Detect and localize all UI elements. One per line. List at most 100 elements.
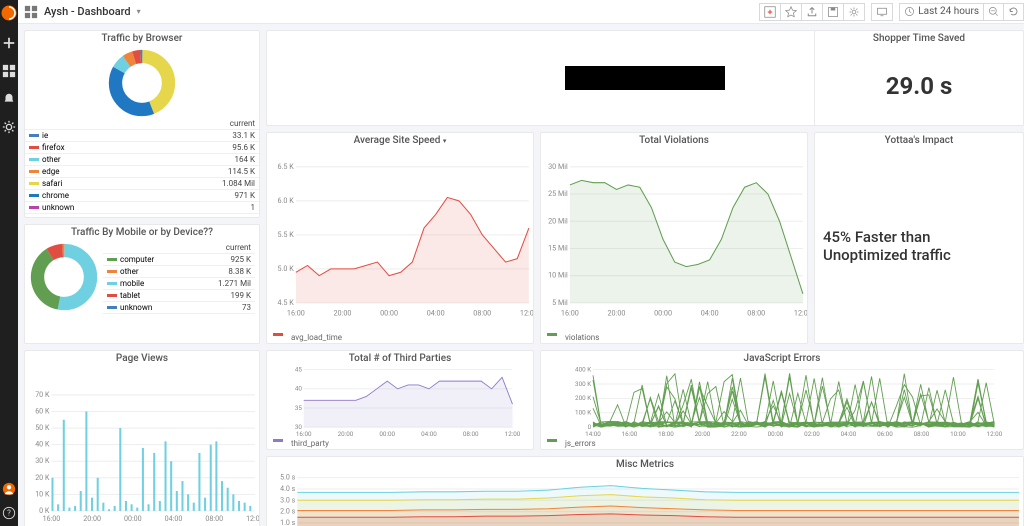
svg-text:10 K: 10 K [35, 489, 50, 498]
grid-icon [24, 5, 38, 19]
violations-chart: 5 Mil10 Mil15 Mil20 Mil25 Mil30 Mil16:00… [541, 148, 807, 332]
panel-title[interactable]: Misc Metrics [267, 457, 1023, 472]
svg-text:400 K: 400 K [575, 366, 591, 373]
topbar: Aysh - Dashboard ▾ Last 24 hours [18, 0, 1024, 24]
legend-row[interactable]: computer925 K [103, 254, 255, 266]
svg-text:25 Mil: 25 Mil [548, 189, 568, 198]
svg-text:10 Mil: 10 Mil [548, 271, 568, 280]
timerange-button[interactable]: Last 24 hours [899, 3, 984, 21]
panel-impact: Yottaa's Impact 45% Faster than Unoptimi… [814, 132, 1024, 344]
svg-text:18:00: 18:00 [658, 430, 674, 438]
misc-chart: 0 ms1.0 s2.0 s3.0 s4.0 s5.0 s14:0016:001… [267, 472, 1023, 526]
svg-text:4.5 K: 4.5 K [277, 298, 294, 307]
svg-text:08:00: 08:00 [205, 514, 223, 523]
svg-text:2.0 s: 2.0 s [280, 507, 296, 516]
svg-text:1.0 s: 1.0 s [280, 518, 296, 526]
panel-title[interactable]: JavaScript Errors [541, 351, 1023, 366]
legend-row[interactable]: unknown1 [25, 202, 259, 214]
svg-text:50 K: 50 K [35, 423, 50, 432]
legend-row[interactable]: ie33.1 K [25, 130, 259, 142]
svg-text:04:00: 04:00 [427, 308, 445, 317]
gear-icon[interactable] [2, 120, 16, 134]
panel-title[interactable]: Average Site Speed ▾ [267, 133, 533, 148]
svg-text:200 K: 200 K [575, 394, 591, 402]
svg-text:5.0 s: 5.0 s [280, 473, 296, 482]
svg-text:30 K: 30 K [35, 456, 50, 465]
panel-title[interactable]: Total Violations [541, 133, 807, 148]
panel-title[interactable]: Total # of Third Parties [267, 351, 533, 366]
svg-text:6.0 K: 6.0 K [277, 196, 294, 205]
svg-text:12:00: 12:00 [520, 308, 533, 317]
svg-text:04:00: 04:00 [165, 514, 183, 523]
svg-text:?: ? [7, 509, 11, 518]
bell-icon[interactable] [2, 92, 16, 106]
zoom-out-button[interactable] [984, 3, 1004, 21]
svg-text:16:00: 16:00 [561, 308, 579, 317]
refresh-button[interactable] [1004, 3, 1024, 21]
star-button[interactable] [781, 3, 802, 21]
panel-misc-metrics: Misc Metrics 0 ms1.0 s2.0 s3.0 s4.0 s5.0… [266, 456, 1024, 526]
svg-text:20 Mil: 20 Mil [548, 216, 568, 225]
panel-title[interactable]: Page Views [25, 351, 259, 366]
legend-row[interactable]: tablet199 K [103, 290, 255, 302]
svg-text:02:00: 02:00 [804, 430, 820, 438]
legend-row[interactable]: edge114.5 K [25, 166, 259, 178]
svg-text:22:00: 22:00 [731, 430, 747, 438]
legend-row[interactable]: chrome971 K [25, 190, 259, 202]
svg-text:20:00: 20:00 [695, 430, 711, 438]
svg-text:20:00: 20:00 [608, 308, 626, 317]
svg-text:6.5 K: 6.5 K [277, 162, 294, 171]
panel-avg-site-speed: Average Site Speed ▾ 4.5 K5.0 K5.5 K6.0 … [266, 132, 534, 344]
grafana-logo[interactable] [0, 4, 18, 22]
svg-text:00:00: 00:00 [124, 514, 142, 523]
svg-text:14:00: 14:00 [585, 430, 601, 438]
svg-text:04:00: 04:00 [421, 430, 437, 438]
device-donut-chart [29, 242, 99, 312]
svg-text:20:00: 20:00 [334, 308, 352, 317]
svg-text:15 Mil: 15 Mil [548, 244, 568, 253]
svg-text:10:00: 10:00 [950, 430, 966, 438]
panel-violations: Total Violations 5 Mil10 Mil15 Mil20 Mil… [540, 132, 808, 344]
tv-button[interactable] [871, 3, 893, 21]
legend-row[interactable]: unknown73 [103, 302, 255, 314]
legend-row[interactable]: other8.38 K [103, 266, 255, 278]
legend-row[interactable]: mobile1.271 Mil [103, 278, 255, 290]
svg-text:00:00: 00:00 [380, 308, 398, 317]
svg-text:30 Mil: 30 Mil [548, 162, 568, 171]
avatar-icon[interactable] [2, 482, 16, 496]
add-panel-button[interactable] [759, 3, 781, 21]
legend-row[interactable]: safari1.084 Mil [25, 178, 259, 190]
panel-traffic-by-browser: Traffic by Browser current ie33.1 Kfiref… [24, 30, 260, 218]
svg-text:08:00: 08:00 [473, 308, 491, 317]
svg-text:40: 40 [295, 385, 303, 393]
panel-title[interactable]: Shopper Time Saved [815, 31, 1023, 46]
svg-text:12:00: 12:00 [794, 308, 807, 317]
device-legend: current computer925 Kother8.38 Kmobile1.… [103, 242, 255, 314]
save-button[interactable] [823, 3, 844, 21]
svg-text:45: 45 [295, 366, 303, 373]
legend-row[interactable]: firefox95.6 K [25, 142, 259, 154]
panel-page-views: Page Views 0 K10 K20 K30 K40 K50 K60 K70… [24, 350, 260, 526]
help-icon[interactable]: ? [2, 506, 16, 520]
dashboards-icon[interactable] [2, 64, 16, 78]
settings-button[interactable] [844, 3, 865, 21]
panel-js-errors: JavaScript Errors 0100 K200 K300 K400 K1… [540, 350, 1024, 450]
svg-text:12:00: 12:00 [246, 514, 259, 523]
panel-traffic-by-device: Traffic By Mobile or by Device?? current… [24, 224, 260, 344]
speed-chart: 4.5 K5.0 K5.5 K6.0 K6.5 K16:0020:0000:00… [267, 148, 533, 332]
legend-row[interactable]: other164 K [25, 154, 259, 166]
panel-title[interactable]: Yottaa's Impact [815, 133, 1023, 148]
panel-title[interactable]: Traffic by Browser [25, 31, 259, 46]
share-button[interactable] [802, 3, 823, 21]
svg-text:20 K: 20 K [35, 473, 50, 482]
svg-text:00:00: 00:00 [379, 430, 395, 438]
svg-text:06:00: 06:00 [877, 430, 893, 438]
svg-text:16:00: 16:00 [622, 430, 638, 438]
panel-title[interactable]: Traffic By Mobile or by Device?? [25, 225, 259, 240]
svg-text:12:00: 12:00 [987, 430, 1003, 438]
breadcrumb[interactable]: Aysh - Dashboard ▾ [24, 5, 141, 19]
time-saved-value: 29.0 s [815, 46, 1023, 125]
svg-text:08:00: 08:00 [463, 430, 479, 438]
plus-icon[interactable] [2, 36, 16, 50]
svg-text:60 K: 60 K [35, 407, 50, 416]
